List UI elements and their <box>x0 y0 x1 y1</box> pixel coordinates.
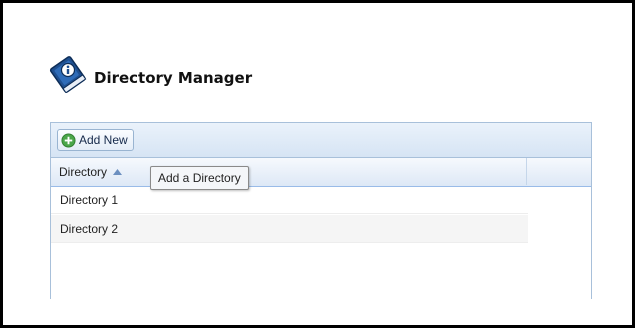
column-header-label: Directory <box>59 164 108 179</box>
sort-asc-icon <box>113 168 123 175</box>
table-row[interactable]: Directory 2 <box>51 215 528 243</box>
add-new-button[interactable]: Add New <box>57 129 134 151</box>
table-row[interactable]: Directory 1 <box>51 186 528 214</box>
cell-directory: Directory 2 <box>60 221 119 236</box>
column-header-directory[interactable]: Directory <box>51 158 527 185</box>
grid-toolbar: Add New <box>51 123 591 158</box>
cell-directory: Directory 1 <box>60 192 119 207</box>
grid-header: Directory <box>51 158 591 187</box>
window-frame: Directory Manager Add New Directory Dire… <box>0 0 635 328</box>
page-title: Directory Manager <box>94 69 253 87</box>
book-info-icon <box>49 56 87 93</box>
directory-grid-panel: Add New Directory Directory 1 Directory … <box>50 122 592 299</box>
plus-circle-icon <box>61 132 76 148</box>
tooltip-text: Add a Directory <box>158 171 241 185</box>
page-header: Directory Manager <box>46 53 252 93</box>
tooltip: Add a Directory <box>150 166 249 190</box>
add-new-label: Add New <box>79 133 128 147</box>
